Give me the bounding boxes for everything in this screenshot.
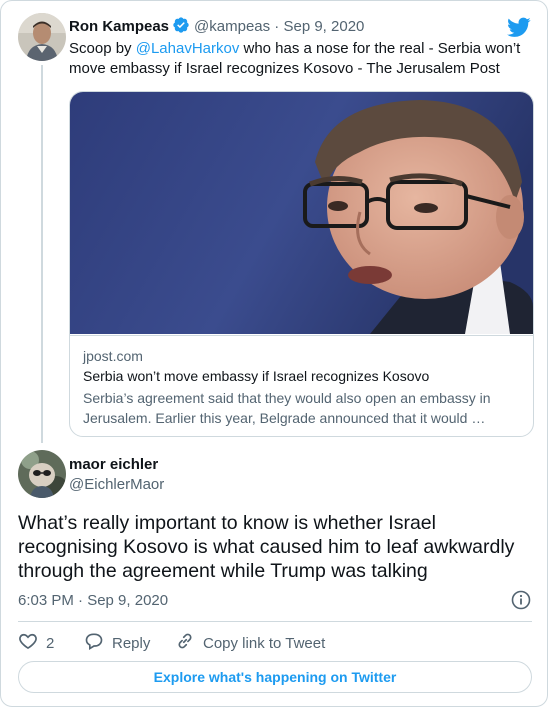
tweet-text: What’s really important to know is wheth… (18, 511, 538, 583)
tweet-text-line-3: through the agreement while Trump was ta… (18, 560, 428, 582)
quoted-author-name[interactable]: Ron Kampeas (69, 18, 169, 35)
action-divider (18, 621, 532, 622)
author-handle[interactable]: @EichlerMaor (69, 476, 164, 493)
explore-twitter-button[interactable]: Explore what's happening on Twitter (18, 661, 532, 693)
heart-icon (18, 631, 46, 655)
copy-link-label: Copy link to Tweet (203, 634, 326, 652)
mention-link[interactable]: @LahavHarkov (136, 40, 240, 57)
tweet-text-line-1: What’s really important to know is wheth… (18, 512, 436, 534)
link-domain: jpost.com (83, 348, 143, 364)
author-name[interactable]: maor eichler (69, 456, 158, 473)
tweet-timestamp[interactable]: 6:03 PM · Sep 9, 2020 (18, 592, 168, 609)
copy-link-button[interactable]: Copy link to Tweet (175, 631, 325, 655)
like-button[interactable]: 2 (18, 631, 54, 655)
quoted-text-prefix: Scoop by (69, 40, 136, 57)
like-count: 2 (46, 634, 55, 652)
link-description-line-2: Jerusalem. Earlier this year, Belgrade a… (83, 410, 486, 426)
avatar-ron-kampeas[interactable] (18, 13, 66, 61)
tweet-text-line-2: recognising Kosovo is what caused him to… (18, 536, 515, 558)
link-icon (175, 631, 203, 655)
quoted-tweet-text: Scoop by @LahavHarkov who has a nose for… (69, 39, 529, 79)
info-icon[interactable] (511, 590, 531, 615)
reply-icon (84, 631, 112, 655)
link-description: Serbia’s agreement said that they would … (83, 388, 523, 428)
link-preview-body: jpost.com Serbia won’t move embassy if I… (70, 335, 533, 436)
quoted-handle[interactable]: @kampeas (194, 18, 270, 35)
reply-label: Reply (112, 634, 151, 652)
verified-badge-icon (172, 16, 190, 40)
reply-button[interactable]: Reply (84, 631, 150, 655)
quoted-date[interactable]: Sep 9, 2020 (283, 18, 364, 35)
quoted-tweet[interactable]: Ron Kampeas @kampeas · Sep 9, 2020 Scoop … (1, 1, 547, 443)
link-title: Serbia won’t move embassy if Israel reco… (83, 368, 430, 384)
thread-connector-line (41, 65, 43, 443)
tweet-embed-card: Ron Kampeas @kampeas · Sep 9, 2020 Scoop … (0, 0, 548, 707)
link-preview-image (70, 92, 533, 334)
quoted-tweet-header: Ron Kampeas @kampeas · Sep 9, 2020 (69, 16, 364, 40)
link-description-line-1: Serbia’s agreement said that they would … (83, 390, 491, 406)
avatar-maor-eichler[interactable] (18, 450, 66, 498)
link-preview-card[interactable]: jpost.com Serbia won’t move embassy if I… (69, 91, 534, 437)
